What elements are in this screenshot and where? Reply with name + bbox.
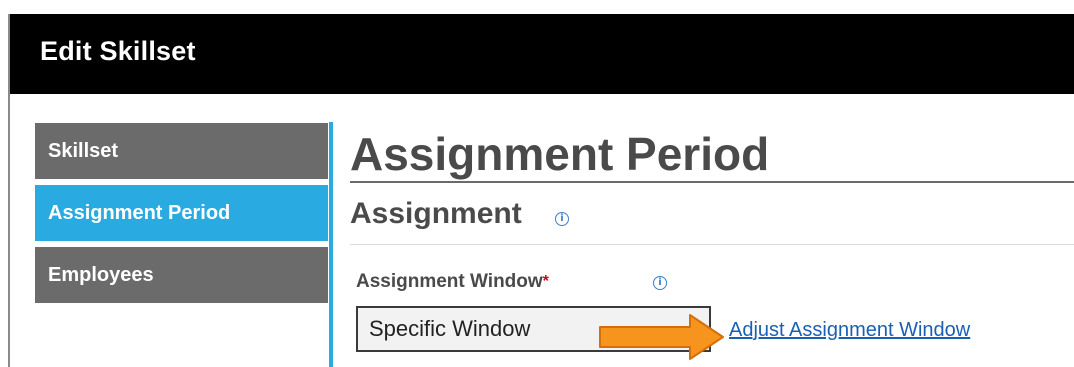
page-title: Assignment Period <box>350 128 770 180</box>
adjust-assignment-window-link[interactable]: Adjust Assignment Window <box>729 318 970 342</box>
sidebar-divider <box>329 122 333 367</box>
required-marker: * <box>542 273 549 290</box>
annotation-arrow-icon <box>599 314 724 360</box>
section-rule <box>350 244 1074 245</box>
sidebar-item-assignment-period[interactable]: Assignment Period <box>35 185 328 241</box>
sidebar-item-employees[interactable]: Employees <box>35 247 328 303</box>
select-value: Specific Window <box>369 316 531 341</box>
field-label-text: Assignment Window <box>356 271 543 292</box>
sidebar-item-label: Employees <box>48 264 154 286</box>
window-title: Edit Skillset <box>40 36 196 66</box>
assignment-window-label: Assignment Window* <box>356 270 549 294</box>
sidebar-item-label: Skillset <box>48 140 119 162</box>
sidebar-item-label: Assignment Period <box>48 202 231 224</box>
title-bar: Edit Skillset <box>10 14 1074 94</box>
page-title-rule <box>350 181 1074 183</box>
info-icon[interactable]: i <box>555 212 569 226</box>
edit-skillset-window: Edit Skillset Skillset Assignment Period… <box>0 0 1074 367</box>
sidebar-item-skillset[interactable]: Skillset <box>35 123 328 179</box>
section-title: Assignment <box>350 197 522 230</box>
field-info-icon[interactable]: i <box>653 276 667 290</box>
